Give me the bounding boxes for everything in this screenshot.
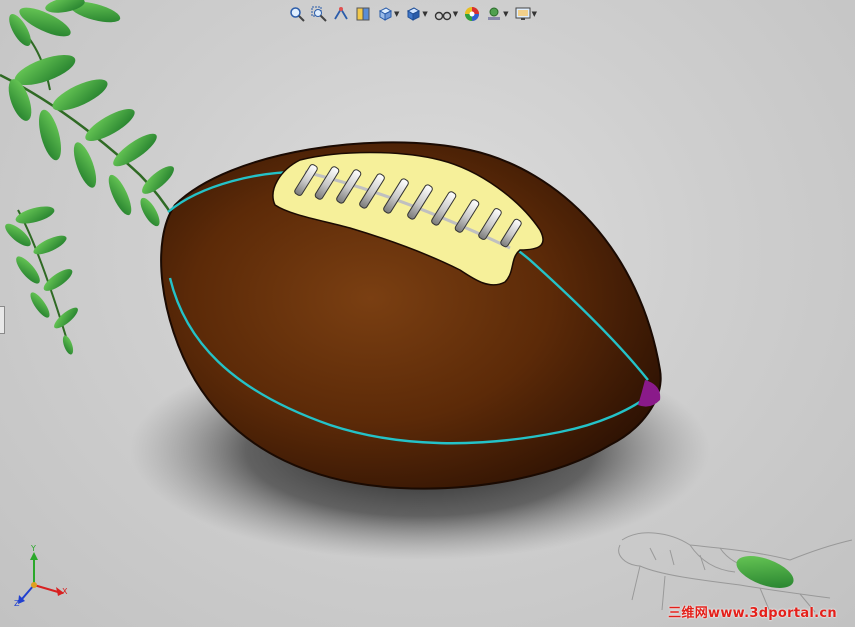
chevron-down-icon: ▼ [394, 9, 400, 18]
display-style-button[interactable]: ▼ [404, 4, 428, 24]
fern-decoration [0, 0, 177, 355]
apply-scene-button[interactable]: ▼ [485, 4, 509, 24]
tiger-sketch-decoration [618, 532, 853, 613]
section-view-icon [356, 7, 370, 21]
triad-y-label: Y [30, 544, 36, 553]
panel-collapse-handle[interactable] [0, 306, 5, 334]
chevron-down-icon: ▼ [422, 9, 428, 18]
glasses-icon [434, 11, 451, 21]
previous-view-button[interactable] [332, 4, 350, 24]
reference-triad[interactable]: Y X Z [14, 544, 68, 608]
color-wheel-icon [465, 7, 480, 21]
view-orientation-icon [378, 7, 393, 21]
monitor-icon [515, 7, 531, 20]
section-view-button[interactable] [354, 4, 372, 24]
previous-view-icon [334, 7, 348, 20]
chevron-down-icon: ▼ [452, 9, 459, 18]
zoom-to-fit-button[interactable] [288, 4, 306, 24]
display-style-icon [407, 7, 421, 21]
triad-z-label: Z [14, 599, 20, 608]
view-orientation-button[interactable]: ▼ [376, 4, 400, 24]
chevron-down-icon: ▼ [503, 9, 509, 18]
scene-canvas: Y X Z [0, 0, 853, 613]
watermark-text: 三维网www.3dportal.cn [668, 606, 837, 621]
zoom-to-area-icon [311, 6, 327, 22]
zoom-to-area-button[interactable] [310, 4, 328, 24]
scene-icon [488, 7, 501, 20]
edit-appearance-button[interactable] [463, 4, 481, 24]
view-settings-button[interactable]: ▼ [514, 4, 538, 24]
chevron-down-icon: ▼ [531, 9, 537, 18]
zoom-to-fit-icon [290, 7, 305, 22]
leaf-small-icon [736, 556, 794, 588]
graphics-viewport[interactable]: Y X Z ▼ ▼ ▼ ▼ ▼ 三维网www.3dportal.cn [0, 0, 855, 627]
heads-up-view-toolbar: ▼ ▼ ▼ ▼ ▼ [288, 3, 538, 25]
triad-x-label: X [62, 587, 68, 596]
hide-show-items-button[interactable]: ▼ [433, 4, 459, 24]
